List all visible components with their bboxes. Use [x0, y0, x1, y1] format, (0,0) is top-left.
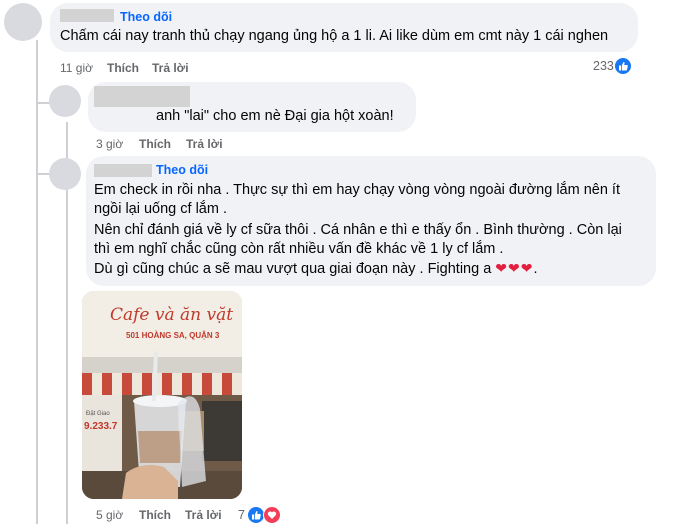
- reply-button[interactable]: Trả lời: [185, 508, 222, 522]
- photo-sign-small-2: 9.233.7: [84, 421, 118, 432]
- comment-photo[interactable]: Cafe và ăn vặt 501 HOÀNG SA, QUẬN 3 Đặt …: [82, 291, 242, 499]
- photo-sign-text: Cafe và ăn vặt: [110, 305, 234, 325]
- author-name-redacted[interactable]: [94, 86, 190, 107]
- like-button[interactable]: Thích: [139, 137, 171, 151]
- avatar[interactable]: [4, 3, 42, 41]
- comment-text-line: ngồi lại uống cf lắm .: [94, 201, 227, 217]
- thread-branch-2: [36, 155, 50, 175]
- avatar[interactable]: [49, 85, 81, 117]
- author-name-redacted[interactable]: [94, 164, 152, 177]
- comment-text: anh "lai" cho em nè Đại gia hột xoàn!: [156, 108, 394, 124]
- comment-text: Chấm cái nay tranh thủ chạy ngang ủng hộ…: [60, 28, 609, 44]
- comment-text-line: Nên chỉ đánh giá về ly cf sữa thôi . Cá …: [94, 222, 622, 238]
- avatar[interactable]: [49, 158, 81, 190]
- follow-button[interactable]: Theo dõi: [156, 163, 208, 177]
- love-reaction-icon[interactable]: [263, 506, 281, 524]
- like-button[interactable]: Thích: [107, 61, 139, 75]
- reply-button[interactable]: Trả lời: [152, 61, 189, 75]
- comment-text-line: thì em nghĩ chắc cũng còn rất nhiều vấn …: [94, 241, 504, 257]
- comment-time[interactable]: 3 giờ: [96, 137, 123, 151]
- photo-sign-small-1: Đặt Giao: [86, 411, 110, 417]
- comment-text-line: Em check in rồi nha . Thực sự thì em hay…: [94, 182, 620, 198]
- reply-button[interactable]: Trả lời: [186, 137, 223, 151]
- author-name-redacted[interactable]: [60, 9, 114, 22]
- thread-branch-1: [36, 84, 50, 104]
- comment-time[interactable]: 5 giờ: [96, 508, 123, 522]
- heart-emojis: ❤❤❤: [495, 261, 534, 277]
- comment-text-line-last: Dù gì cũng chúc a sẽ mau vượt qua giai đ…: [94, 260, 538, 279]
- thread-line-main: [36, 40, 38, 524]
- follow-button[interactable]: Theo dõi: [120, 10, 172, 24]
- trailing-period: .: [533, 261, 538, 277]
- like-reaction-icon[interactable]: [614, 57, 632, 75]
- reaction-count[interactable]: 233: [593, 59, 614, 73]
- comment-text: Dù gì cũng chúc a sẽ mau vượt qua giai đ…: [94, 261, 492, 277]
- photo-sign-address: 501 HOÀNG SA, QUẬN 3: [126, 331, 220, 340]
- reaction-count[interactable]: 7: [238, 508, 245, 522]
- comment-time[interactable]: 11 giờ: [60, 61, 93, 75]
- like-button[interactable]: Thích: [139, 508, 171, 522]
